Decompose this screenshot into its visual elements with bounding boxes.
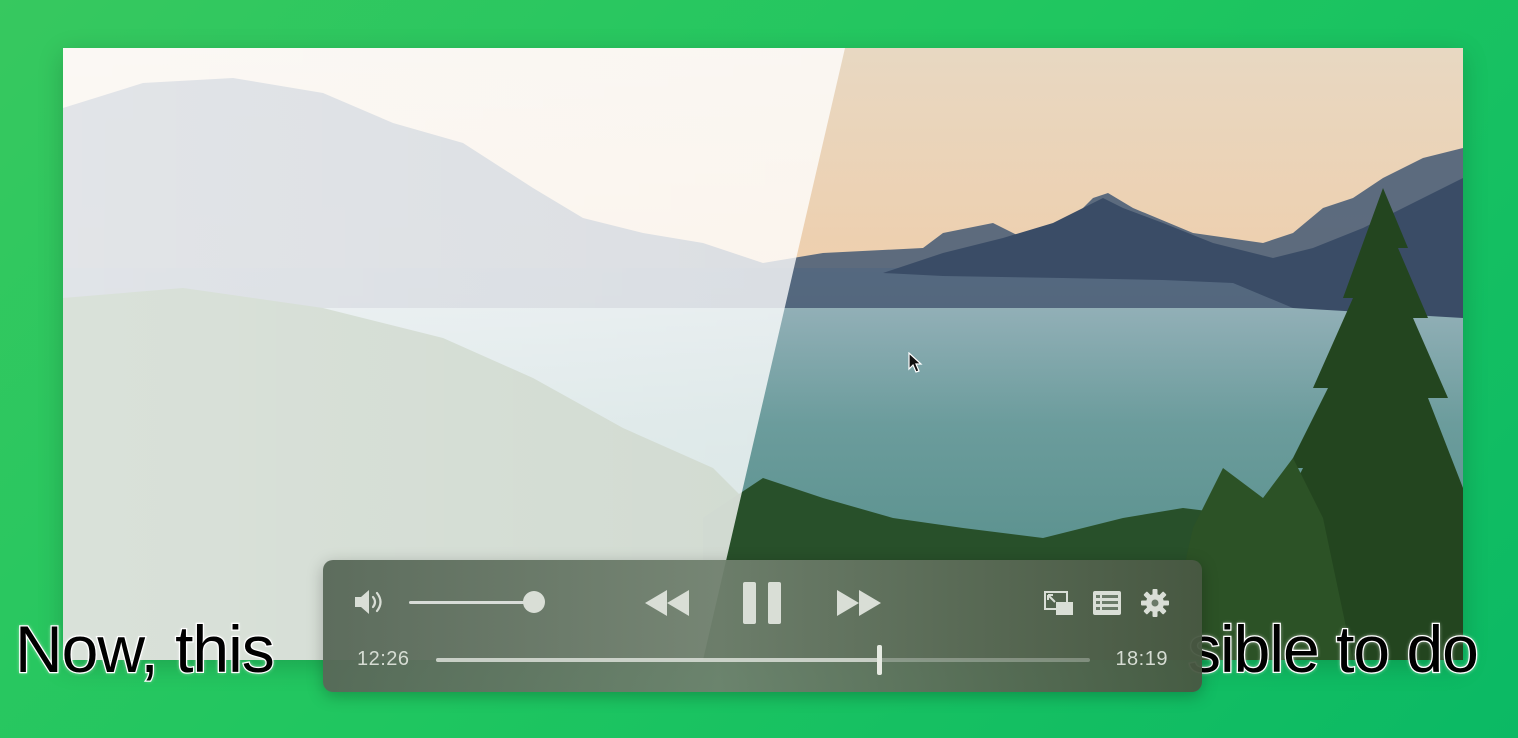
player-controls: 12:26 18:19 <box>323 560 1202 692</box>
volume-slider[interactable] <box>409 591 545 613</box>
seek-bar-progress <box>436 658 880 662</box>
duration-time: 18:19 <box>1115 648 1168 670</box>
mouse-cursor-icon <box>908 352 923 373</box>
volume-slider-handle[interactable] <box>523 591 545 613</box>
pause-icon[interactable] <box>741 580 785 626</box>
gear-icon[interactable] <box>1140 588 1170 618</box>
seek-bar-handle[interactable] <box>877 645 883 675</box>
subtitle-text-right: sible to do <box>1187 611 1480 688</box>
picture-in-picture-icon[interactable] <box>1043 589 1075 617</box>
subtitle-text-left: Now, this <box>14 611 276 688</box>
rewind-icon[interactable] <box>643 587 693 619</box>
fast-forward-icon[interactable] <box>833 587 883 619</box>
list-icon[interactable] <box>1092 590 1122 616</box>
speaker-icon[interactable] <box>353 587 389 617</box>
seek-bar[interactable] <box>436 645 1090 675</box>
current-time: 12:26 <box>357 648 410 670</box>
